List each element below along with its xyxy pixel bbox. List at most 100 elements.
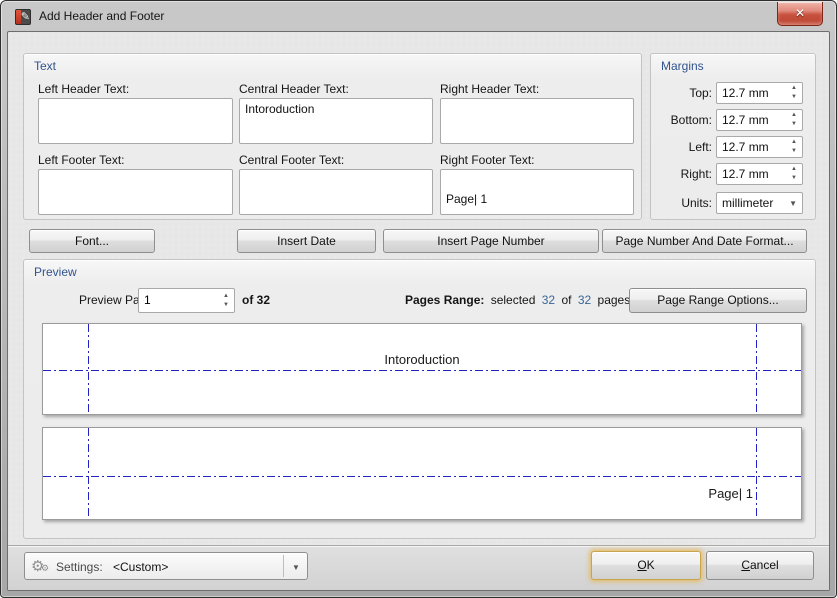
preview-footer-text: Page| 1 <box>708 486 753 501</box>
preview-page-bottom: Page| 1 <box>42 427 802 520</box>
app-icon: ✎ <box>15 9 31 25</box>
range-of-word: of <box>561 293 571 307</box>
range-total: 32 <box>578 293 591 307</box>
preview-group: Preview Preview Page 1 ▲ ▼ of 32 Pages R… <box>23 259 816 539</box>
text-group-label: Text <box>34 59 56 73</box>
units-dropdown[interactable]: millimeter ▼ <box>716 192 803 214</box>
spinner-arrows-icon[interactable]: ▲ ▼ <box>789 84 799 102</box>
spin-down-icon[interactable]: ▼ <box>789 174 799 183</box>
spin-up-icon[interactable]: ▲ <box>221 292 231 301</box>
close-icon: ✕ <box>795 6 805 20</box>
settings-dropdown-arrow[interactable]: ▼ <box>283 555 307 577</box>
right-margin-guide <box>756 428 757 519</box>
settings-label: Settings: <box>56 560 103 574</box>
footer-margin-guide <box>43 476 801 477</box>
margin-top-spinner[interactable]: 12.7 mm ▲ ▼ <box>716 82 803 104</box>
central-footer-input[interactable] <box>239 169 433 215</box>
preview-page-spinner[interactable]: 1 ▲ ▼ <box>138 288 235 313</box>
right-footer-label: Right Footer Text: <box>440 153 535 167</box>
selected-count: 32 <box>542 293 555 307</box>
spin-up-icon[interactable]: ▲ <box>789 111 799 120</box>
margin-top-value: 12.7 mm <box>722 86 769 100</box>
page-range-options-button[interactable]: Page Range Options... <box>629 288 807 313</box>
text-group: Text Left Header Text: Central Header Te… <box>23 53 642 220</box>
margin-right-row: Right: 12.7 mm ▲ ▼ <box>651 163 815 185</box>
settings-value: <Custom> <box>113 560 168 574</box>
chevron-down-icon: ▼ <box>789 199 797 208</box>
cancel-button[interactable]: Cancel <box>706 551 814 580</box>
cancel-label-rest: ancel <box>750 558 779 572</box>
right-header-input[interactable] <box>440 98 634 144</box>
units-label: Units: <box>651 196 712 210</box>
dialog-add-header-footer: ✎ Add Header and Footer ✕ Text Left Head… <box>0 0 837 598</box>
cancel-label-initial: C <box>741 558 750 572</box>
selected-word: selected <box>491 293 536 307</box>
right-footer-input[interactable]: Page| 1 <box>440 169 634 215</box>
chevron-down-icon: ▼ <box>292 563 300 572</box>
close-button[interactable]: ✕ <box>777 2 823 26</box>
right-margin-guide <box>756 324 757 414</box>
units-row: Units: millimeter ▼ <box>651 192 815 214</box>
spin-down-icon[interactable]: ▼ <box>789 93 799 102</box>
central-header-label: Central Header Text: <box>239 82 349 96</box>
margin-left-label: Left: <box>651 140 712 154</box>
margin-bottom-label: Bottom: <box>651 113 712 127</box>
spinner-arrows-icon[interactable]: ▲ ▼ <box>789 111 799 129</box>
central-footer-label: Central Footer Text: <box>239 153 344 167</box>
total-pages: 32 <box>257 293 270 307</box>
margin-bottom-spinner[interactable]: 12.7 mm ▲ ▼ <box>716 109 803 131</box>
insert-page-number-button[interactable]: Insert Page Number <box>383 229 599 253</box>
spin-down-icon[interactable]: ▼ <box>789 147 799 156</box>
left-footer-input[interactable] <box>38 169 233 215</box>
spin-up-icon[interactable]: ▲ <box>789 165 799 174</box>
preview-header-text: Intoroduction <box>43 352 801 367</box>
margin-right-spinner[interactable]: 12.7 mm ▲ ▼ <box>716 163 803 185</box>
central-header-input[interactable]: Intoroduction <box>239 98 433 144</box>
pages-range-status: Pages Range: selected 32 of 32 pages <box>405 293 633 307</box>
footer-bar: ⚙ ⚙ Settings: <Custom> ▼ OK Cancel <box>8 545 829 590</box>
ok-label-rest: K <box>647 558 655 572</box>
insert-date-button[interactable]: Insert Date <box>237 229 376 253</box>
pages-range-label: Pages Range: <box>405 293 484 307</box>
margin-right-label: Right: <box>651 167 712 181</box>
dialog-body: Text Left Header Text: Central Header Te… <box>7 31 830 591</box>
preview-page-top: Intoroduction <box>42 323 802 415</box>
central-header-value: Intoroduction <box>245 102 427 116</box>
margin-top-row: Top: 12.7 mm ▲ ▼ <box>651 82 815 104</box>
header-margin-guide <box>43 370 801 371</box>
spin-up-icon[interactable]: ▲ <box>789 138 799 147</box>
margins-group: Margins Top: 12.7 mm ▲ ▼ Bottom: 12.7 mm… <box>650 53 816 220</box>
left-header-label: Left Header Text: <box>38 82 129 96</box>
ok-label-initial: O <box>637 558 646 572</box>
margin-bottom-row: Bottom: 12.7 mm ▲ ▼ <box>651 109 815 131</box>
of-word: of <box>242 293 253 307</box>
preview-page-value: 1 <box>144 293 151 307</box>
page-number-date-format-button[interactable]: Page Number And Date Format... <box>602 229 807 253</box>
right-header-label: Right Header Text: <box>440 82 539 96</box>
spinner-arrows-icon[interactable]: ▲ ▼ <box>789 138 799 156</box>
font-button[interactable]: Font... <box>29 229 155 253</box>
margin-top-label: Top: <box>651 86 712 100</box>
spin-up-icon[interactable]: ▲ <box>789 84 799 93</box>
margin-left-row: Left: 12.7 mm ▲ ▼ <box>651 136 815 158</box>
spin-down-icon[interactable]: ▼ <box>789 120 799 129</box>
spinner-arrows-icon[interactable]: ▲ ▼ <box>221 292 231 310</box>
left-header-input[interactable] <box>38 98 233 144</box>
gear-small-icon: ⚙ <box>41 563 49 574</box>
left-margin-guide <box>88 324 89 414</box>
margin-bottom-value: 12.7 mm <box>722 113 769 127</box>
ok-button[interactable]: OK <box>591 551 701 580</box>
spinner-arrows-icon[interactable]: ▲ ▼ <box>789 165 799 183</box>
pages-word: pages <box>598 293 631 307</box>
spin-down-icon[interactable]: ▼ <box>221 301 231 310</box>
dialog-title: Add Header and Footer <box>39 9 164 23</box>
preview-group-label: Preview <box>34 265 77 279</box>
margin-right-value: 12.7 mm <box>722 167 769 181</box>
margin-left-value: 12.7 mm <box>722 140 769 154</box>
pencil-icon: ✎ <box>21 10 30 24</box>
titlebar[interactable]: ✎ Add Header and Footer ✕ <box>1 1 836 31</box>
margins-group-label: Margins <box>661 59 704 73</box>
settings-dropdown[interactable]: ⚙ ⚙ Settings: <Custom> ▼ <box>24 552 308 580</box>
of-total-pages: of 32 <box>242 293 270 307</box>
margin-left-spinner[interactable]: 12.7 mm ▲ ▼ <box>716 136 803 158</box>
